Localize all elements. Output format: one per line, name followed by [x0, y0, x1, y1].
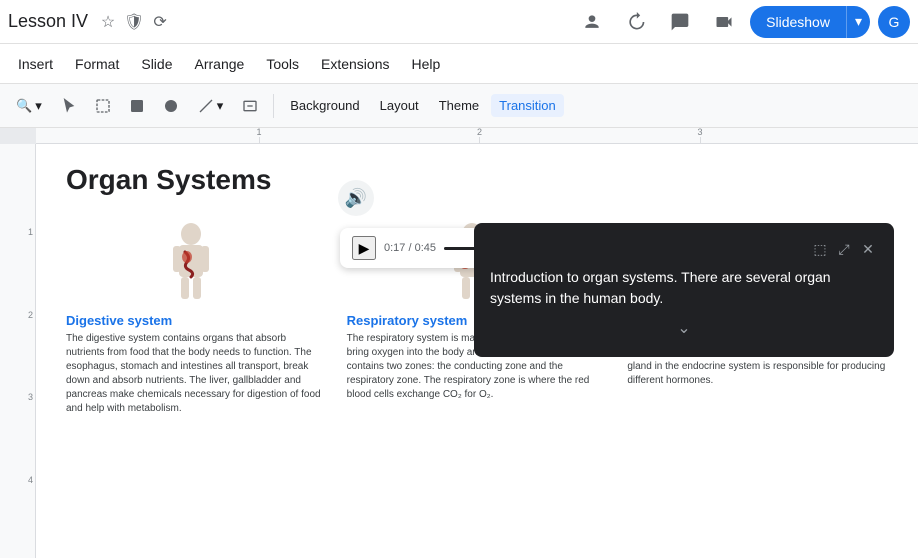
- comment-icon-btn[interactable]: [662, 4, 698, 40]
- tab-background[interactable]: Background: [282, 94, 367, 117]
- audio-current-time: 0:17: [384, 242, 405, 254]
- main-area: 1 2 3 1 2 3 4 Organ Systems: [0, 128, 918, 558]
- menu-help[interactable]: Help: [401, 52, 450, 76]
- horizontal-ruler: 1 2 3: [36, 128, 918, 144]
- v-ruler-mark-2: 2: [0, 310, 35, 320]
- ruler-mark-3: 3: [698, 128, 703, 143]
- menu-slide[interactable]: Slide: [131, 52, 182, 76]
- canvas-area: 1 2 3 1 2 3 4 Organ Systems: [0, 128, 918, 558]
- slideshow-label[interactable]: Slideshow: [750, 6, 846, 38]
- tooltip-bubble: ⬚ ⤢ ✕ Introduction to organ systems. The…: [474, 223, 894, 357]
- tooltip-bubble-header: ⬚ ⤢ ✕: [490, 239, 878, 259]
- toolbar: 🔍 ▾ ▾ Background Layout Theme Transition: [0, 84, 918, 128]
- bubble-move-icon[interactable]: ⤢: [834, 239, 854, 259]
- slide-title: Organ Systems: [66, 164, 888, 196]
- slideshow-dropdown-arrow[interactable]: ▾: [846, 6, 870, 38]
- digestive-desc: The digestive system contains organs tha…: [66, 332, 327, 416]
- vertical-ruler: 1 2 3 4: [0, 144, 36, 558]
- play-button[interactable]: ▶: [352, 236, 376, 260]
- menu-format[interactable]: Format: [65, 52, 129, 76]
- audio-icon-circle[interactable]: 🔊: [338, 180, 374, 216]
- doc-title: Lesson IV: [8, 11, 88, 32]
- tooltip-chevron[interactable]: ⌄: [490, 317, 878, 341]
- v-ruler-mark-1: 1: [0, 227, 35, 237]
- audio-time: 0:17 / 0:45: [384, 242, 436, 254]
- digestive-image: [161, 222, 231, 307]
- person-icon-btn[interactable]: [574, 4, 610, 40]
- cursor-btn[interactable]: [54, 91, 84, 121]
- selection-btn[interactable]: [88, 91, 118, 121]
- menu-extensions[interactable]: Extensions: [311, 52, 399, 76]
- bubble-close-icon[interactable]: ✕: [858, 239, 878, 259]
- audio-total-time: 0:45: [415, 242, 436, 254]
- bubble-expand-icon[interactable]: ⬚: [810, 239, 830, 259]
- v-ruler-mark-4: 4: [0, 475, 35, 485]
- zoom-dropdown-icon: ▾: [35, 98, 42, 114]
- v-ruler-mark-3: 3: [0, 392, 35, 402]
- digestive-name: Digestive system: [66, 313, 327, 328]
- zoom-icon: 🔍: [16, 98, 32, 114]
- menu-insert[interactable]: Insert: [8, 52, 63, 76]
- tooltip-text: Introduction to organ systems. There are…: [490, 267, 878, 309]
- tab-layout[interactable]: Layout: [372, 94, 427, 117]
- ruler-mark-1: 1: [257, 128, 262, 143]
- zoom-btn[interactable]: 🔍 ▾: [8, 94, 50, 118]
- history-btn[interactable]: [618, 4, 654, 40]
- line-btn[interactable]: ▾: [190, 94, 232, 118]
- user-avatar[interactable]: G: [878, 6, 910, 38]
- separator-1: [273, 94, 274, 118]
- menu-tools[interactable]: Tools: [256, 52, 309, 76]
- menu-bar: Insert Format Slide Arrange Tools Extens…: [0, 44, 918, 84]
- line-dropdown-icon: ▾: [217, 98, 224, 114]
- digestive-card: Digestive system The digestive system co…: [66, 222, 327, 416]
- textbox-btn[interactable]: [235, 91, 265, 121]
- image-btn[interactable]: [122, 91, 152, 121]
- slideshow-button[interactable]: Slideshow ▾: [750, 6, 870, 38]
- menu-arrange[interactable]: Arrange: [185, 52, 255, 76]
- top-bar: Lesson IV ☆ 🛡 ⟳ Slideshow ▾ G: [0, 0, 918, 44]
- tab-theme[interactable]: Theme: [431, 94, 487, 117]
- cloud-icon[interactable]: 🛡: [124, 12, 144, 32]
- tab-transition[interactable]: Transition: [491, 94, 564, 117]
- ruler-mark-2: 2: [477, 128, 482, 143]
- top-bar-right: Slideshow ▾ G: [574, 4, 910, 40]
- history-icon[interactable]: ⟳: [150, 12, 170, 32]
- camera-icon-btn[interactable]: [706, 4, 742, 40]
- star-icon[interactable]: ☆: [98, 12, 118, 32]
- shape-btn[interactable]: [156, 91, 186, 121]
